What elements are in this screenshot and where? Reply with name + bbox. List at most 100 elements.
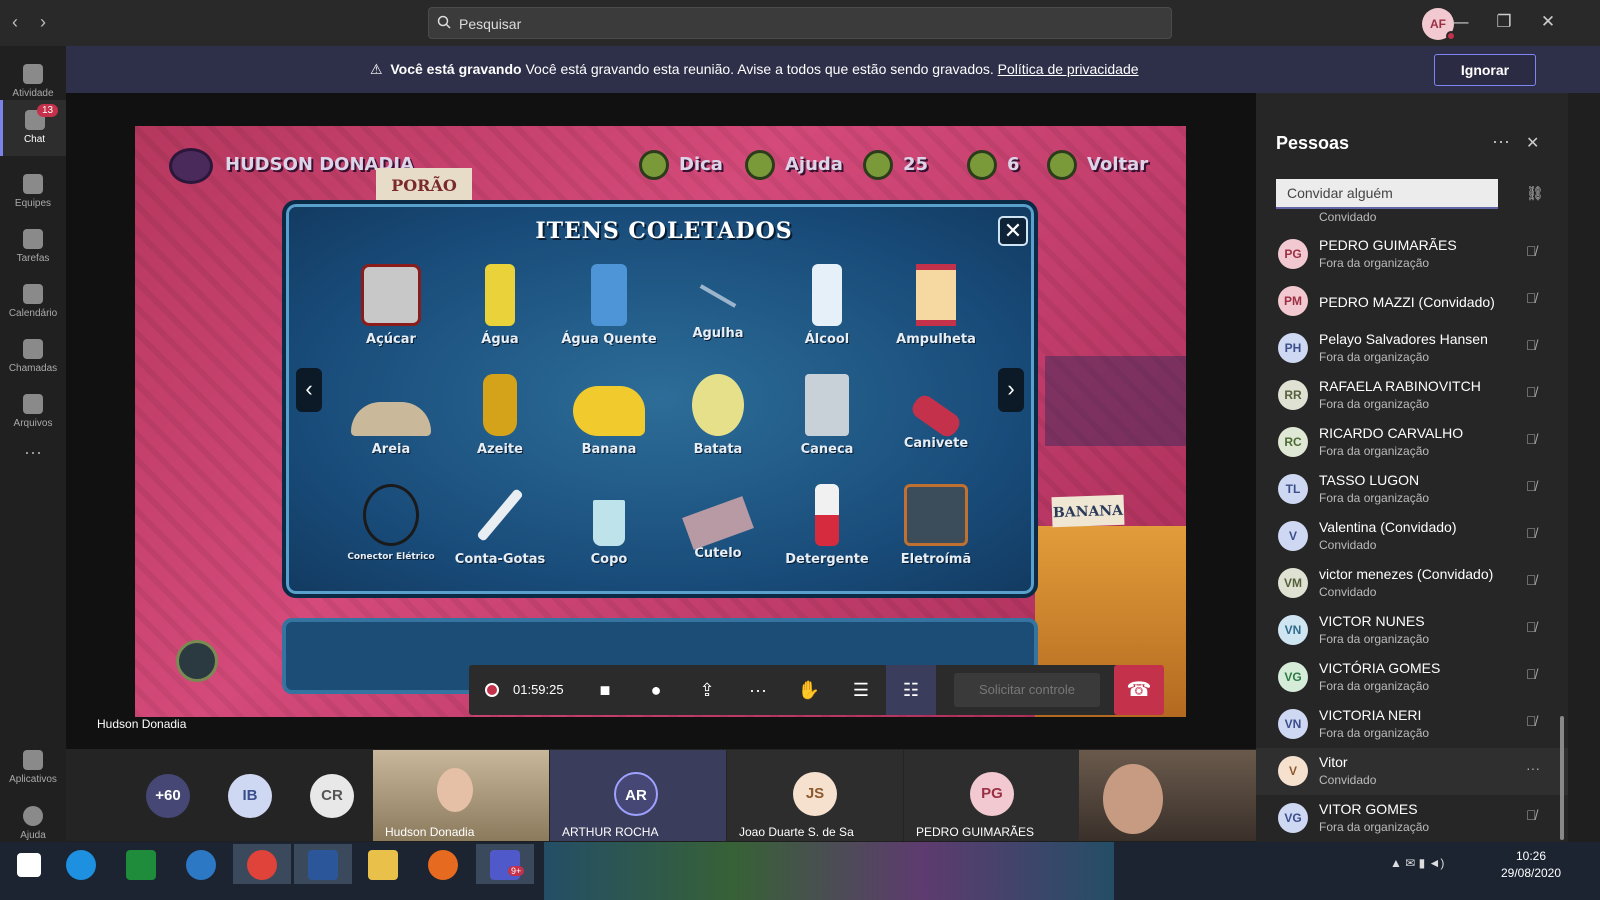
- person-row[interactable]: V Valentina (Convidado) Convidado 🎙̸: [1256, 513, 1568, 560]
- rail-item-tarefas[interactable]: Tarefas: [0, 219, 66, 275]
- privacy-policy-link[interactable]: Política de privacidade: [998, 61, 1139, 77]
- muted-mic-icon[interactable]: 🎙̸: [1526, 713, 1542, 733]
- taskbar-clock[interactable]: 10:26 29/08/2020: [1490, 848, 1572, 882]
- video-tile-self[interactable]: [1079, 750, 1256, 841]
- video-tile-hudson[interactable]: Hudson Donadia: [373, 750, 549, 841]
- person-row[interactable]: VN VICTORIA NERI Fora da organização 🎙̸: [1256, 701, 1568, 748]
- hint-icon[interactable]: [639, 150, 669, 180]
- item-canivete[interactable]: Canivete: [881, 374, 991, 451]
- more-options-icon[interactable]: ···: [1526, 760, 1542, 780]
- participants-icon[interactable]: ☷: [886, 665, 936, 715]
- chat-toggle-icon[interactable]: ☰: [849, 678, 873, 702]
- muted-mic-icon[interactable]: 🎙̸: [1526, 525, 1542, 545]
- next-page-arrow[interactable]: ›: [998, 368, 1024, 412]
- raise-hand-icon[interactable]: ✋: [797, 678, 821, 702]
- muted-mic-icon[interactable]: 🎙̸: [1526, 619, 1542, 639]
- back-game-button[interactable]: Voltar: [1087, 154, 1148, 175]
- microphone-icon[interactable]: ●: [644, 678, 668, 702]
- search-input[interactable]: Pesquisar: [428, 7, 1172, 39]
- camera-icon[interactable]: ■: [593, 678, 617, 702]
- person-row[interactable]: VM victor menezes (Convidado) Convidado 🎙̸: [1256, 560, 1568, 607]
- item-areia[interactable]: Areia: [336, 374, 446, 457]
- item-copo[interactable]: Copo: [554, 484, 664, 567]
- person-row[interactable]: RC RICARDO CARVALHO Fora da organização 🎙̸: [1256, 419, 1568, 466]
- invite-input[interactable]: Convidar alguém: [1276, 179, 1498, 209]
- rail-item-chamadas[interactable]: Chamadas: [0, 329, 66, 385]
- rail-item-arquivos[interactable]: Arquivos: [0, 384, 66, 440]
- person-row[interactable]: PM PEDRO MAZZI (Convidado) 🎙̸: [1256, 278, 1568, 325]
- tray-icons[interactable]: ▲ ✉ ▮ ◄): [1390, 856, 1444, 870]
- hang-up-button[interactable]: ☎: [1114, 665, 1164, 715]
- help-icon[interactable]: [745, 150, 775, 180]
- participant-avatar[interactable]: IB: [228, 774, 272, 818]
- rail-item-aplicativos[interactable]: Aplicativos: [0, 740, 66, 796]
- teams-taskbar-icon[interactable]: 9+: [476, 844, 534, 884]
- more-participants-button[interactable]: +60: [146, 774, 190, 818]
- close-panel-icon[interactable]: ✕: [1526, 133, 1539, 153]
- firefox-icon[interactable]: [414, 844, 472, 884]
- help-button[interactable]: Ajuda: [785, 154, 843, 175]
- item-eletroima[interactable]: Eletroímã: [881, 484, 991, 567]
- item-agua[interactable]: Água: [445, 264, 555, 347]
- item-alcool[interactable]: Álcool: [772, 264, 882, 347]
- person-row[interactable]: TL TASSO LUGON Fora da organização 🎙̸: [1256, 466, 1568, 513]
- item-acucar[interactable]: Açúcar: [336, 264, 446, 347]
- item-caneca[interactable]: Caneca: [772, 374, 882, 457]
- muted-mic-icon[interactable]: 🎙̸: [1526, 384, 1542, 404]
- ignore-button[interactable]: Ignorar: [1434, 54, 1536, 86]
- item-cutelo[interactable]: Cutelo: [663, 484, 773, 561]
- internet-explorer-icon[interactable]: [52, 844, 110, 884]
- person-row[interactable]: PG PEDRO GUIMARÃES Fora da organização 🎙̸: [1256, 231, 1568, 278]
- share-link-icon[interactable]: ⛓: [1526, 185, 1544, 202]
- muted-mic-icon[interactable]: 🎙̸: [1526, 290, 1542, 310]
- scrollbar[interactable]: [1560, 716, 1564, 840]
- back-game-icon[interactable]: [1047, 150, 1077, 180]
- rail-item-equipes[interactable]: Equipes: [0, 164, 66, 220]
- search-app-icon[interactable]: [172, 844, 230, 884]
- person-row[interactable]: V Vitor Convidado ···: [1256, 748, 1568, 795]
- muted-mic-icon[interactable]: 🎙̸: [1526, 337, 1542, 357]
- chrome-icon[interactable]: [233, 844, 291, 884]
- video-tile-pedro[interactable]: PG PEDRO GUIMARÃES: [904, 750, 1080, 841]
- restore-icon[interactable]: ❐: [1494, 12, 1514, 32]
- share-screen-icon[interactable]: ⇪: [695, 678, 719, 702]
- more-options-icon[interactable]: ···: [746, 678, 770, 702]
- person-row[interactable]: RR RAFAELA RABINOVITCH Fora da organização…: [1256, 372, 1568, 419]
- item-conector-eletrico[interactable]: Conector Elétrico: [336, 484, 446, 563]
- participant-avatar[interactable]: CR: [310, 774, 354, 818]
- person-row[interactable]: VG VICTÓRIA GOMES Fora da organização 🎙̸: [1256, 654, 1568, 701]
- back-arrow-icon[interactable]: ‹: [12, 12, 18, 33]
- muted-mic-icon[interactable]: 🎙̸: [1526, 478, 1542, 498]
- person-row[interactable]: PH Pelayo Salvadores Hansen Fora da organi…: [1256, 325, 1568, 372]
- person-row[interactable]: VN VICTOR NUNES Fora da organização 🎙̸: [1256, 607, 1568, 654]
- close-window-icon[interactable]: ✕: [1538, 12, 1558, 32]
- hint-button[interactable]: Dica: [679, 154, 723, 175]
- person-row[interactable]: VG VITOR GOMES Fora da organização 🎙̸: [1256, 795, 1568, 842]
- windows-start-icon[interactable]: [0, 844, 58, 884]
- previous-page-arrow[interactable]: ‹: [296, 368, 322, 412]
- item-agulha[interactable]: Agulha: [663, 264, 773, 341]
- item-ampulheta[interactable]: Ampulheta: [881, 264, 991, 347]
- item-azeite[interactable]: Azeite: [445, 374, 555, 457]
- close-panel-button[interactable]: ✕: [998, 216, 1028, 246]
- item-banana[interactable]: Banana: [554, 374, 664, 457]
- file-explorer-icon[interactable]: [354, 844, 412, 884]
- store-icon[interactable]: [112, 844, 170, 884]
- muted-mic-icon[interactable]: 🎙̸: [1526, 572, 1542, 592]
- muted-mic-icon[interactable]: 🎙̸: [1526, 243, 1542, 263]
- more-apps-icon[interactable]: ···: [0, 442, 66, 498]
- rail-item-chat[interactable]: 13 Chat: [0, 100, 66, 156]
- word-icon[interactable]: [294, 844, 352, 884]
- item-agua-quente[interactable]: Água Quente: [554, 264, 664, 347]
- forward-arrow-icon[interactable]: ›: [40, 12, 46, 33]
- muted-mic-icon[interactable]: 🎙̸: [1526, 431, 1542, 451]
- rail-item-calendario[interactable]: Calendário: [0, 274, 66, 330]
- video-tile-arthur[interactable]: AR ARTHUR ROCHA: [550, 750, 726, 841]
- item-detergente[interactable]: Detergente: [772, 484, 882, 567]
- muted-mic-icon[interactable]: 🎙̸: [1526, 666, 1542, 686]
- more-options-icon[interactable]: ···: [1492, 131, 1510, 152]
- item-conta-gotas[interactable]: Conta-Gotas: [445, 484, 555, 567]
- muted-mic-icon[interactable]: 🎙̸: [1526, 807, 1542, 827]
- settings-gear-icon[interactable]: [176, 640, 218, 682]
- item-batata[interactable]: Batata: [663, 374, 773, 457]
